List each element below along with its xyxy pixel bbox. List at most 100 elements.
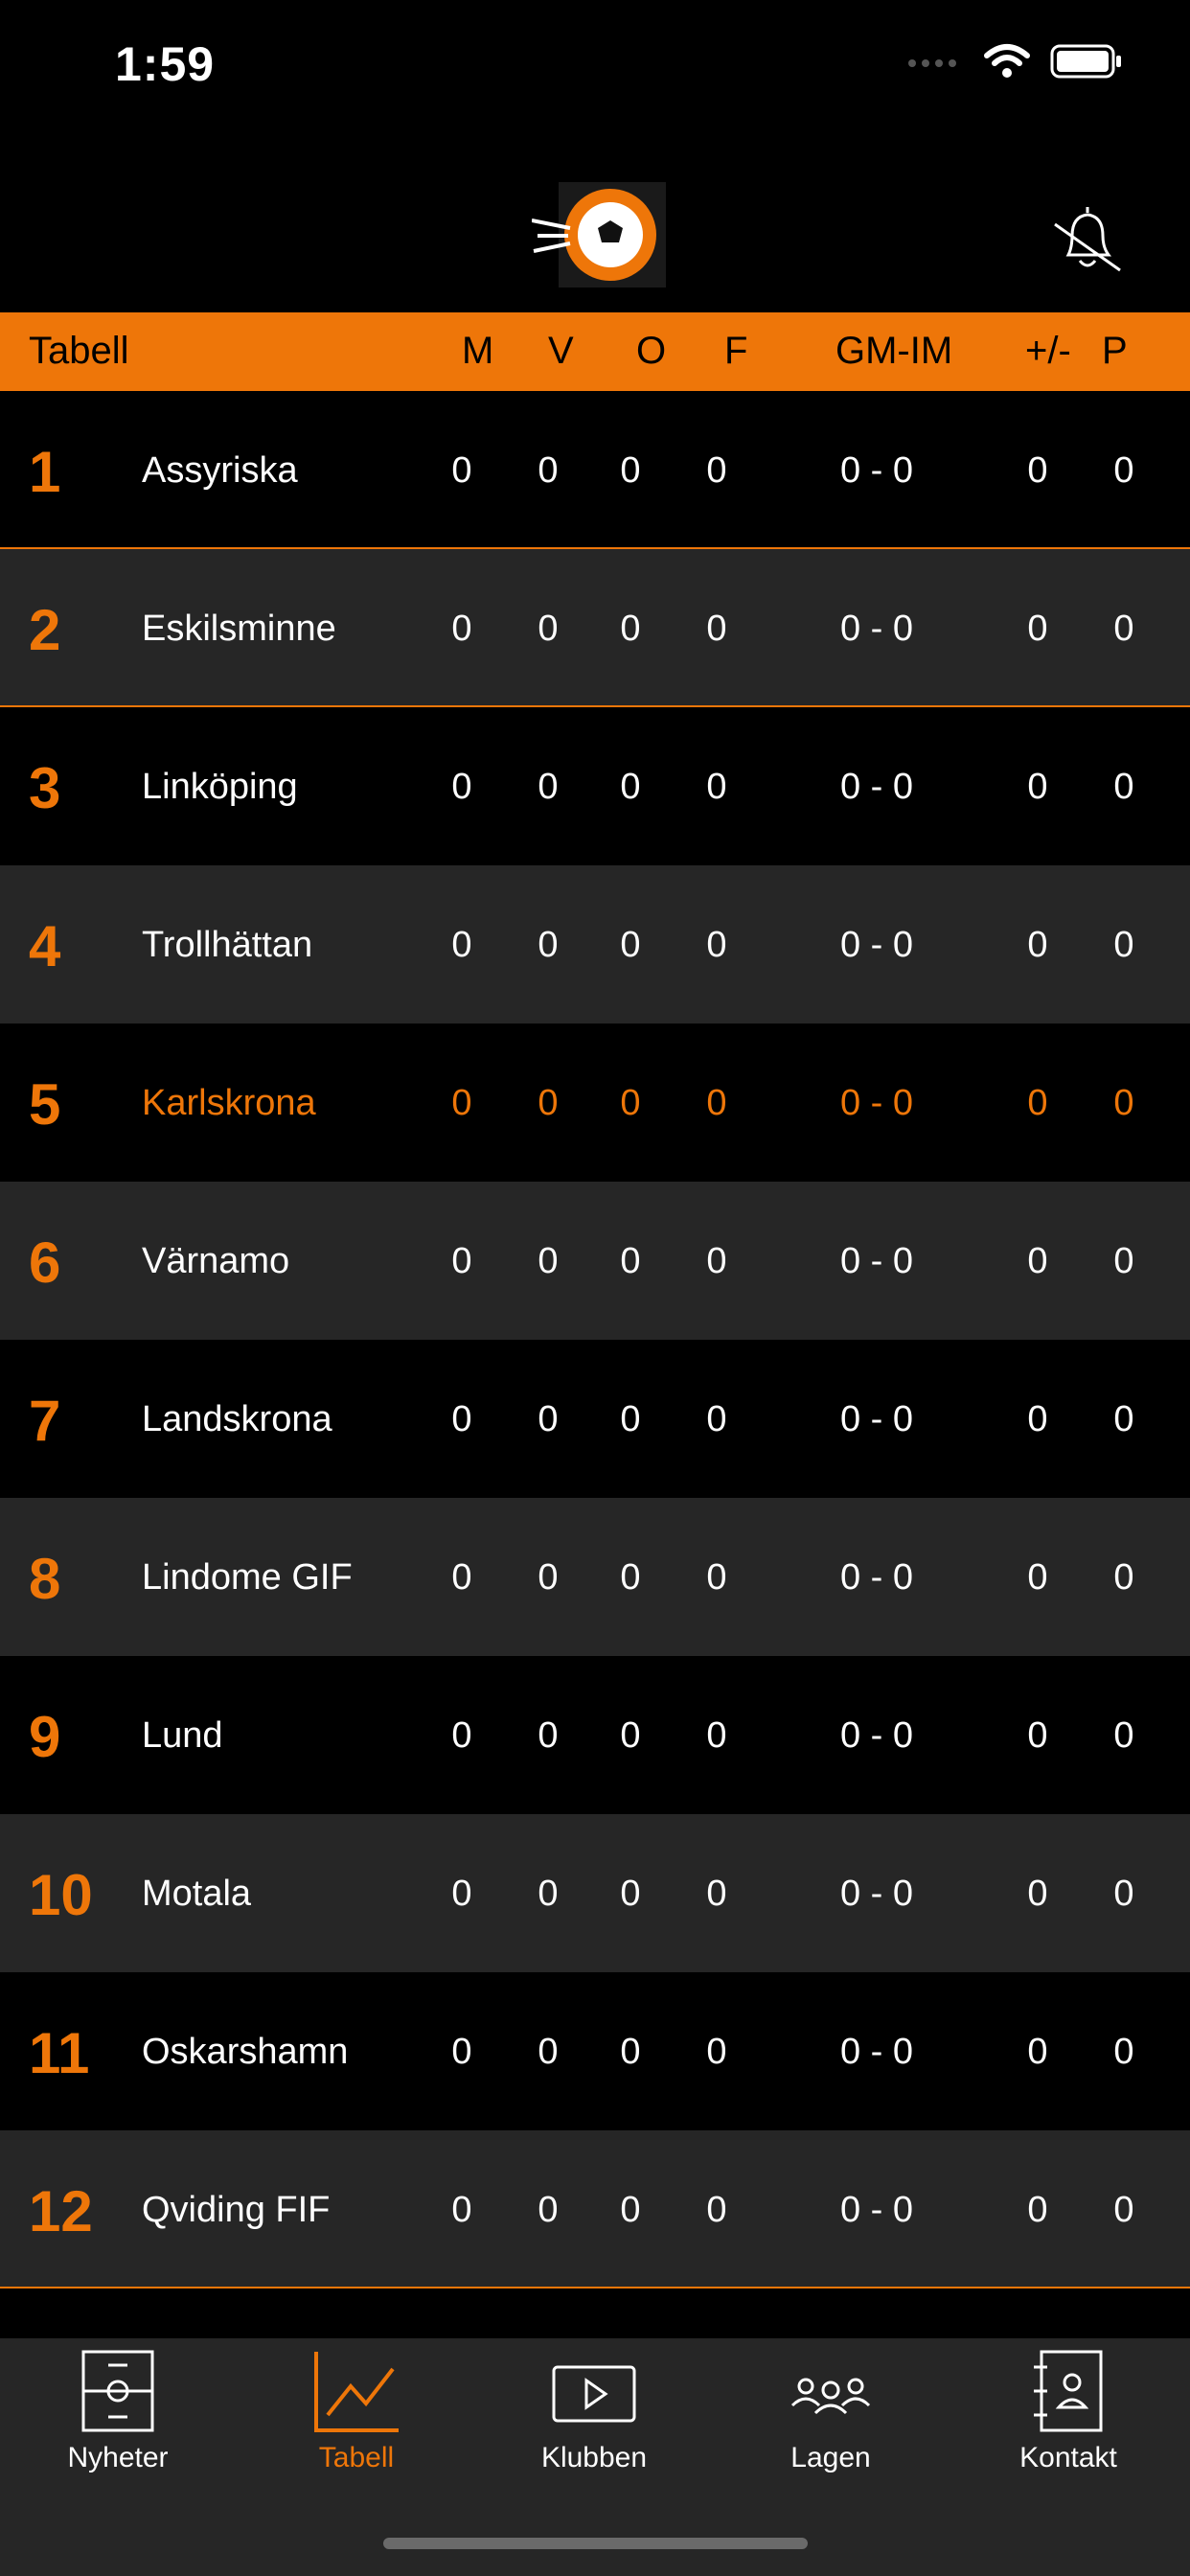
cell-diff: 0	[1027, 2032, 1048, 2072]
tab-label: Klubben	[540, 2442, 648, 2473]
cell-f: 0	[706, 450, 727, 491]
col-gmim: GM-IM	[835, 330, 953, 372]
cell-m: 0	[451, 609, 472, 649]
table-row[interactable]: 8 Lindome GIF 0 0 0 0 0 0 0 - 0	[0, 1498, 1190, 1656]
status-bar: 1:59	[0, 0, 1190, 134]
cell-diff: 0	[1027, 1083, 1048, 1123]
table-row[interactable]: 10 Motala 0 0 0 0 0 0 0 - 0	[0, 1814, 1190, 1972]
table-row[interactable]: 2 Eskilsminne 0 0 0 0 0 0 0 - 0	[0, 549, 1190, 707]
cell-diff: 0	[1027, 1399, 1048, 1439]
cell-v: 0	[538, 2190, 559, 2230]
row-team-name: Lund	[142, 1715, 223, 1756]
cell-p: 0	[1113, 1557, 1134, 1598]
cell-v: 0	[538, 609, 559, 649]
cell-diff: 0	[1027, 450, 1048, 491]
table-title: Tabell	[29, 330, 129, 372]
cell-m: 0	[451, 2190, 472, 2230]
tab-nyheter[interactable]: Nyheter	[22, 2348, 214, 2474]
cell-v: 0	[538, 450, 559, 491]
cell-o: 0	[620, 1715, 641, 1756]
cell-o: 0	[620, 1874, 641, 1914]
cell-p: 0	[1113, 1715, 1134, 1756]
battery-icon	[1050, 44, 1121, 79]
table-row[interactable]: 4 Trollhättan 0 0 0 0 0 0 0 - 0	[0, 865, 1190, 1024]
row-position: 12	[29, 2179, 93, 2243]
cell-p: 0	[1113, 1399, 1134, 1439]
cell-p: 0	[1113, 2032, 1134, 2072]
cell-f: 0	[706, 1241, 727, 1281]
tab-tabell[interactable]: Tabell	[261, 2348, 452, 2474]
table-row[interactable]: 11 Oskarshamn 0 0 0 0 0 0 0 - 0	[0, 1972, 1190, 2130]
cell-o: 0	[620, 1399, 641, 1439]
cell-f: 0	[706, 1715, 727, 1756]
row-team-name: Assyriska	[142, 450, 298, 491]
cell-m: 0	[451, 1241, 472, 1281]
cell-p: 0	[1113, 767, 1134, 807]
standings-header: Tabell M V O F GM-IM +/- P	[0, 312, 1190, 391]
cell-p: 0	[1113, 2190, 1134, 2230]
row-team-name: Lindome GIF	[142, 1557, 353, 1598]
cell-m: 0	[451, 2032, 472, 2072]
cell-v: 0	[538, 1874, 559, 1914]
club-logo	[532, 182, 666, 288]
table-row[interactable]: 3 Linköping 0 0 0 0 0 0 0 - 0	[0, 707, 1190, 865]
col-p: P	[1102, 330, 1128, 372]
status-time: 1:59	[115, 37, 216, 91]
cell-diff: 0	[1027, 1557, 1048, 1598]
row-team-name: Karlskrona	[142, 1083, 316, 1123]
cell-m: 0	[451, 450, 472, 491]
cell-diff: 0	[1027, 767, 1048, 807]
table-row[interactable]: 12 Qviding FIF 0 0 0 0 0 0 0 - 0	[0, 2130, 1190, 2288]
play-icon	[552, 2365, 636, 2423]
row-position: 3	[29, 756, 61, 820]
table-row[interactable]: 7 Landskrona 0 0 0 0 0 0 0 - 0	[0, 1340, 1190, 1498]
col-diff: +/-	[1025, 330, 1071, 372]
table-row[interactable]: 9 Lund 0 0 0 0 0 0 0 - 0	[0, 1656, 1190, 1814]
row-team-name: Qviding FIF	[142, 2190, 331, 2230]
row-position: 6	[29, 1230, 61, 1295]
row-team-name: Motala	[142, 1874, 252, 1914]
table-row[interactable]: 6 Värnamo 0 0 0 0 0 0 0 - 0	[0, 1182, 1190, 1340]
tab-label: Nyheter	[67, 2442, 169, 2473]
cell-f: 0	[706, 1083, 727, 1123]
cell-p: 0	[1113, 450, 1134, 491]
cell-gmim: 0 - 0	[839, 450, 914, 491]
row-position: 2	[29, 598, 61, 662]
contact-book-icon	[1034, 2350, 1103, 2432]
bell-off-icon[interactable]	[1049, 201, 1126, 278]
cell-m: 0	[451, 767, 472, 807]
cell-v: 0	[538, 1399, 559, 1439]
row-team-name: Landskrona	[142, 1399, 332, 1439]
cell-p: 0	[1113, 1874, 1134, 1914]
table-row[interactable]: 1 Assyriska 0 0 0 0 0 0 0 - 0	[0, 391, 1190, 549]
cell-o: 0	[620, 2032, 641, 2072]
cell-o: 0	[620, 1083, 641, 1123]
row-position: 10	[29, 1863, 93, 1927]
col-v: V	[548, 330, 574, 372]
cell-gmim: 0 - 0	[839, 1399, 914, 1439]
table-row[interactable]: 5 Karlskrona 0 0 0 0 0 0 0 - 0	[0, 1024, 1190, 1182]
cell-m: 0	[451, 1399, 472, 1439]
field-icon	[81, 2350, 154, 2432]
row-position: 9	[29, 1705, 61, 1769]
cell-o: 0	[620, 609, 641, 649]
tab-label: Tabell	[318, 2442, 395, 2473]
row-team-name: Eskilsminne	[142, 609, 336, 649]
status-icons	[906, 42, 1123, 80]
cell-o: 0	[620, 1557, 641, 1598]
tab-kontakt[interactable]: Kontakt	[973, 2348, 1164, 2474]
row-team-name: Linköping	[142, 767, 298, 807]
cell-v: 0	[538, 767, 559, 807]
wifi-icon	[984, 44, 1030, 78]
tab-klubben[interactable]: Klubben	[498, 2348, 690, 2474]
row-team-name: Oskarshamn	[142, 2032, 349, 2072]
cell-m: 0	[451, 1083, 472, 1123]
row-position: 8	[29, 1547, 61, 1611]
cell-p: 0	[1113, 925, 1134, 965]
signal-icon	[908, 59, 956, 67]
cell-gmim: 0 - 0	[839, 925, 914, 965]
home-indicator	[383, 2538, 808, 2549]
cell-m: 0	[451, 1557, 472, 1598]
tab-lagen[interactable]: Lagen	[735, 2348, 927, 2474]
row-position: 11	[29, 2021, 90, 2085]
